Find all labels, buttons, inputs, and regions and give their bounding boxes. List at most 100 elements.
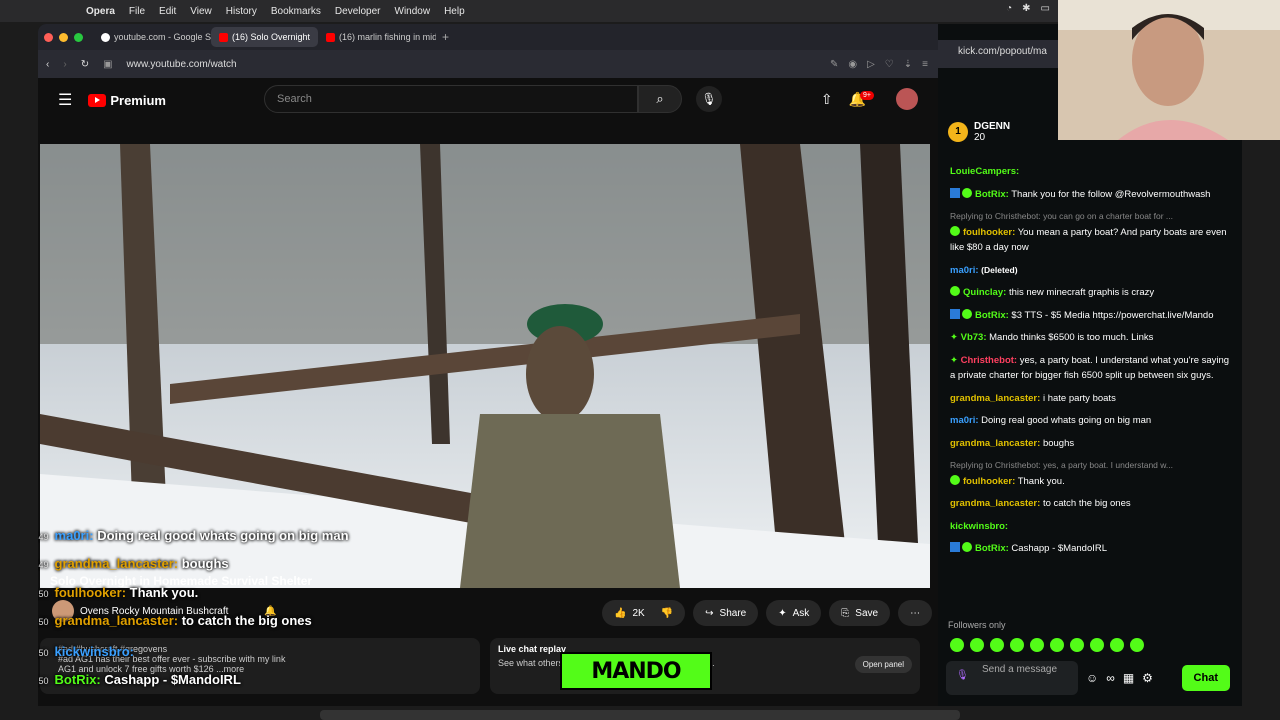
zoom-window-button[interactable] xyxy=(74,32,83,42)
open-panel-button[interactable]: Open panel xyxy=(854,656,912,673)
menu-file[interactable]: File xyxy=(129,6,145,17)
like-button[interactable]: 👍 2K 👎 xyxy=(602,600,686,626)
tab-google[interactable]: youtube.com - Google S xyxy=(93,27,211,47)
tab-bar: youtube.com - Google S (16) Solo Overnig… xyxy=(38,24,938,50)
ask-button[interactable]: ✦ Ask xyxy=(766,600,822,626)
emote-icon[interactable] xyxy=(1090,638,1104,652)
battery-icon[interactable]: ▭ xyxy=(1041,3,1050,14)
username[interactable]: grandma_lancaster: xyxy=(950,498,1040,509)
emote-icon[interactable] xyxy=(990,638,1004,652)
video-player[interactable] xyxy=(40,144,930,588)
menu-help[interactable]: Help xyxy=(444,6,465,17)
thumbs-down-icon[interactable]: 👎 xyxy=(661,608,673,619)
chat-send-button[interactable]: Chat xyxy=(1181,665,1230,691)
tab-marlin[interactable]: (16) marlin fishing in mid xyxy=(318,27,436,47)
tab-solo-overnight[interactable]: (16) Solo Overnight xyxy=(211,27,319,47)
menu-view[interactable]: View xyxy=(190,6,212,17)
username[interactable]: foulhooker: xyxy=(963,476,1015,487)
menu-window[interactable]: Window xyxy=(395,6,431,17)
overlay-msg: 01:50 grandma_lancaster: to catch the big… xyxy=(38,613,312,628)
emote-icon[interactable] xyxy=(1110,638,1124,652)
username[interactable]: BotRix: xyxy=(975,543,1009,554)
mic-icon: 🎙 xyxy=(956,670,969,681)
forward-icon[interactable]: › xyxy=(63,59,66,70)
pinned-username: DGENN xyxy=(974,121,1011,132)
search-input[interactable]: Search xyxy=(264,85,638,113)
app-menu[interactable]: Opera xyxy=(86,6,115,17)
overlay-msg: 01:50 kickwinsbro: xyxy=(38,644,134,659)
username[interactable]: Vb73: xyxy=(961,332,987,343)
google-icon xyxy=(101,32,110,42)
video-actions: 👍 2K 👎 ↪ Share ✦ Ask ⎘ Save ⋯ xyxy=(602,600,933,626)
timestamp: 01:50 xyxy=(38,617,49,627)
message-text: Thank you for the follow @Revolvermouthw… xyxy=(1011,188,1211,200)
close-window-button[interactable] xyxy=(44,32,53,42)
menu-edit[interactable]: Edit xyxy=(159,6,176,17)
send-row: 🎙 Send a message ☺ ∞ ▦ ⚙ Chat xyxy=(946,660,1230,696)
menu-developer[interactable]: Developer xyxy=(335,6,381,17)
minimize-window-button[interactable] xyxy=(59,32,68,42)
username[interactable]: LouieCampers: xyxy=(950,166,1019,177)
menu-bookmarks[interactable]: Bookmarks xyxy=(271,6,321,17)
store-icon[interactable]: ▦ xyxy=(1123,671,1134,685)
username[interactable]: grandma_lancaster: xyxy=(950,393,1040,404)
username[interactable]: grandma_lancaster: xyxy=(950,438,1040,449)
emote-icon[interactable] xyxy=(1070,638,1084,652)
heart-icon[interactable]: ♡ xyxy=(885,59,894,70)
rank-badge: 1 xyxy=(948,122,968,142)
webcam-overlay xyxy=(1058,0,1280,140)
youtube-logo[interactable]: Premium xyxy=(88,93,166,108)
edit-icon[interactable]: ✎ xyxy=(830,59,838,70)
save-button[interactable]: ⎘ Save xyxy=(829,600,891,626)
emote-icon[interactable] xyxy=(1030,638,1044,652)
tab-label: youtube.com - Google S xyxy=(114,32,211,42)
timestamp: 01:50 xyxy=(38,589,49,599)
gear-icon[interactable]: ⚙ xyxy=(1142,671,1153,685)
download-icon[interactable]: ⇣ xyxy=(904,59,912,70)
emote-icon[interactable] xyxy=(950,638,964,652)
menu-icon[interactable]: ≡ xyxy=(922,59,928,70)
emote-icon[interactable] xyxy=(1010,638,1024,652)
back-icon[interactable]: ‹ xyxy=(46,59,49,70)
url-field[interactable]: www.youtube.com/watch xyxy=(127,59,237,70)
upload-icon[interactable]: ⇧ xyxy=(821,91,833,108)
message-input[interactable]: 🎙 Send a message xyxy=(946,661,1078,695)
chat-message: BotRix: Thank you for the follow @Revolv… xyxy=(950,187,1232,203)
emote-icon[interactable] xyxy=(1050,638,1064,652)
share-label: Share xyxy=(719,607,747,619)
username[interactable]: BotRix: xyxy=(975,189,1009,200)
avatar[interactable] xyxy=(896,88,918,110)
new-tab-button[interactable]: + xyxy=(442,30,449,44)
save-label: Save xyxy=(855,607,879,619)
chat-message: kickwinsbro: xyxy=(950,519,1232,535)
menu-history[interactable]: History xyxy=(226,6,257,17)
emoji-icon[interactable]: ☺ xyxy=(1086,671,1098,685)
infinity-icon[interactable]: ∞ xyxy=(1106,671,1115,685)
username[interactable]: ma0ri: xyxy=(950,415,979,426)
more-button[interactable]: ⋯ xyxy=(898,600,933,626)
bell-icon[interactable]: 🔔9+ xyxy=(849,90,880,108)
emote-icon[interactable] xyxy=(1130,638,1144,652)
message-text: (Deleted) xyxy=(981,264,1018,275)
bluetooth-icon[interactable]: ✱ xyxy=(1022,3,1030,14)
username[interactable]: Christhebot: xyxy=(961,355,1017,366)
mic-button[interactable]: 🎙 xyxy=(696,86,722,112)
share-button[interactable]: ↪ Share xyxy=(693,600,759,626)
search-button[interactable]: ⌕ xyxy=(638,85,682,113)
wifi-icon[interactable]: ◔ xyxy=(1006,3,1012,14)
username[interactable]: Quinclay: xyxy=(963,287,1006,298)
username[interactable]: ma0ri: xyxy=(950,265,979,276)
emote-icon[interactable] xyxy=(970,638,984,652)
username[interactable]: BotRix: xyxy=(975,310,1009,321)
camera-icon[interactable]: ◉ xyxy=(848,59,857,70)
mando-logo: MANDO xyxy=(560,652,712,690)
play-icon[interactable]: ▷ xyxy=(867,59,875,70)
verified-icon xyxy=(950,286,960,296)
bot-icon xyxy=(950,542,960,552)
reload-icon[interactable]: ↻ xyxy=(81,59,89,70)
chat-message: grandma_lancaster: i hate party boats xyxy=(950,391,1232,407)
username[interactable]: kickwinsbro: xyxy=(950,521,1008,532)
username[interactable]: foulhooker: xyxy=(963,227,1015,238)
hamburger-icon[interactable]: ☰ xyxy=(58,90,72,110)
chat-message: ✦ Christhebot: yes, a party boat. I unde… xyxy=(950,353,1232,384)
